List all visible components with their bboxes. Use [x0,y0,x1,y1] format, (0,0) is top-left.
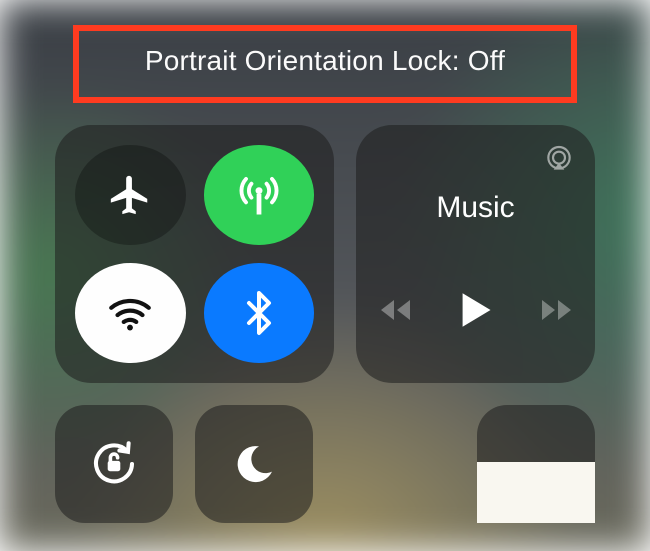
airplane-mode-toggle[interactable] [75,145,186,245]
wifi-icon [105,288,155,338]
cellular-data-toggle[interactable] [204,145,315,245]
cellular-antenna-icon [233,169,285,221]
bottom-row [55,405,595,523]
music-panel[interactable]: Music [356,125,595,383]
connectivity-panel [55,125,334,383]
rewind-button[interactable] [377,296,413,324]
top-row: Music [55,125,595,383]
fast-forward-button[interactable] [539,296,575,324]
do-not-disturb-toggle[interactable] [195,405,313,523]
orientation-lock-icon [87,437,141,491]
music-title: Music [436,191,514,225]
brightness-fill [477,462,595,523]
airplane-icon [107,172,153,218]
play-button[interactable] [459,291,493,329]
brightness-slider[interactable] [477,405,595,523]
orientation-lock-status-banner: Portrait Orientation Lock: Off [73,25,577,103]
orientation-lock-status-text: Portrait Orientation Lock: Off [145,45,505,76]
control-center: Portrait Orientation Lock: Off [0,0,650,551]
wifi-toggle[interactable] [75,263,186,363]
bluetooth-icon [235,289,283,337]
moon-icon [230,440,278,488]
playback-controls [377,291,575,329]
orientation-lock-toggle[interactable] [55,405,173,523]
bluetooth-toggle[interactable] [204,263,315,363]
airplay-icon[interactable] [543,143,575,175]
